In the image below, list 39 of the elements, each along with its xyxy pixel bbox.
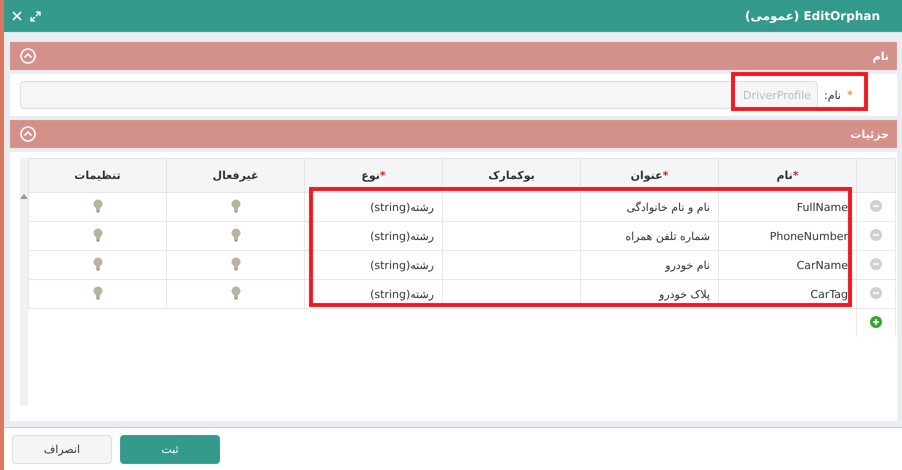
table-cell: نام خودرو (580, 250, 718, 280)
column-title: عنوان (630, 169, 663, 182)
remove-row-icon[interactable] (870, 200, 882, 212)
scroll-up-icon[interactable] (20, 194, 28, 199)
cancel-button[interactable]: انصراف (12, 434, 112, 464)
lightbulb-icon[interactable] (230, 256, 240, 270)
lightbulb-icon[interactable] (92, 228, 102, 242)
remove-row-icon[interactable] (870, 228, 882, 240)
section-title: جزئیات (850, 128, 889, 140)
lightbulb-icon[interactable] (230, 286, 240, 300)
collapse-icon[interactable] (20, 48, 36, 64)
section-title: نام (872, 50, 889, 62)
table-cell: شماره تلفن همراه (580, 222, 718, 250)
lightbulb-icon[interactable] (230, 228, 240, 242)
maximize-icon[interactable] (30, 10, 41, 22)
remove-row-icon[interactable] (870, 286, 882, 298)
field-label: نام: (824, 88, 841, 102)
table-cell: نام و نام خانوادگی (580, 192, 718, 222)
required-mark: * (380, 169, 386, 182)
submit-button[interactable]: ثبت (120, 434, 220, 464)
column-title: تنظیمات (74, 169, 121, 182)
lightbulb-icon[interactable] (92, 286, 102, 300)
column-title: بوکمارک (488, 169, 535, 182)
add-row-icon[interactable] (870, 316, 882, 328)
lightbulb-icon[interactable] (230, 198, 240, 212)
lightbulb-icon[interactable] (92, 256, 102, 270)
window-title: EditOrphan (عمومی) (744, 9, 880, 23)
name-input-field[interactable]: DriverProfile (20, 81, 818, 109)
column-title: نوع (361, 169, 380, 182)
column-title: غیرفعال (212, 169, 258, 182)
remove-row-icon[interactable] (870, 258, 882, 270)
required-mark: * (847, 88, 853, 102)
collapse-icon[interactable] (20, 126, 36, 142)
required-mark: * (662, 169, 668, 182)
required-mark: * (792, 169, 799, 182)
lightbulb-icon[interactable] (92, 198, 102, 212)
column-title: نام (776, 169, 793, 182)
close-icon[interactable] (12, 10, 22, 20)
scrollbar[interactable] (20, 158, 28, 405)
